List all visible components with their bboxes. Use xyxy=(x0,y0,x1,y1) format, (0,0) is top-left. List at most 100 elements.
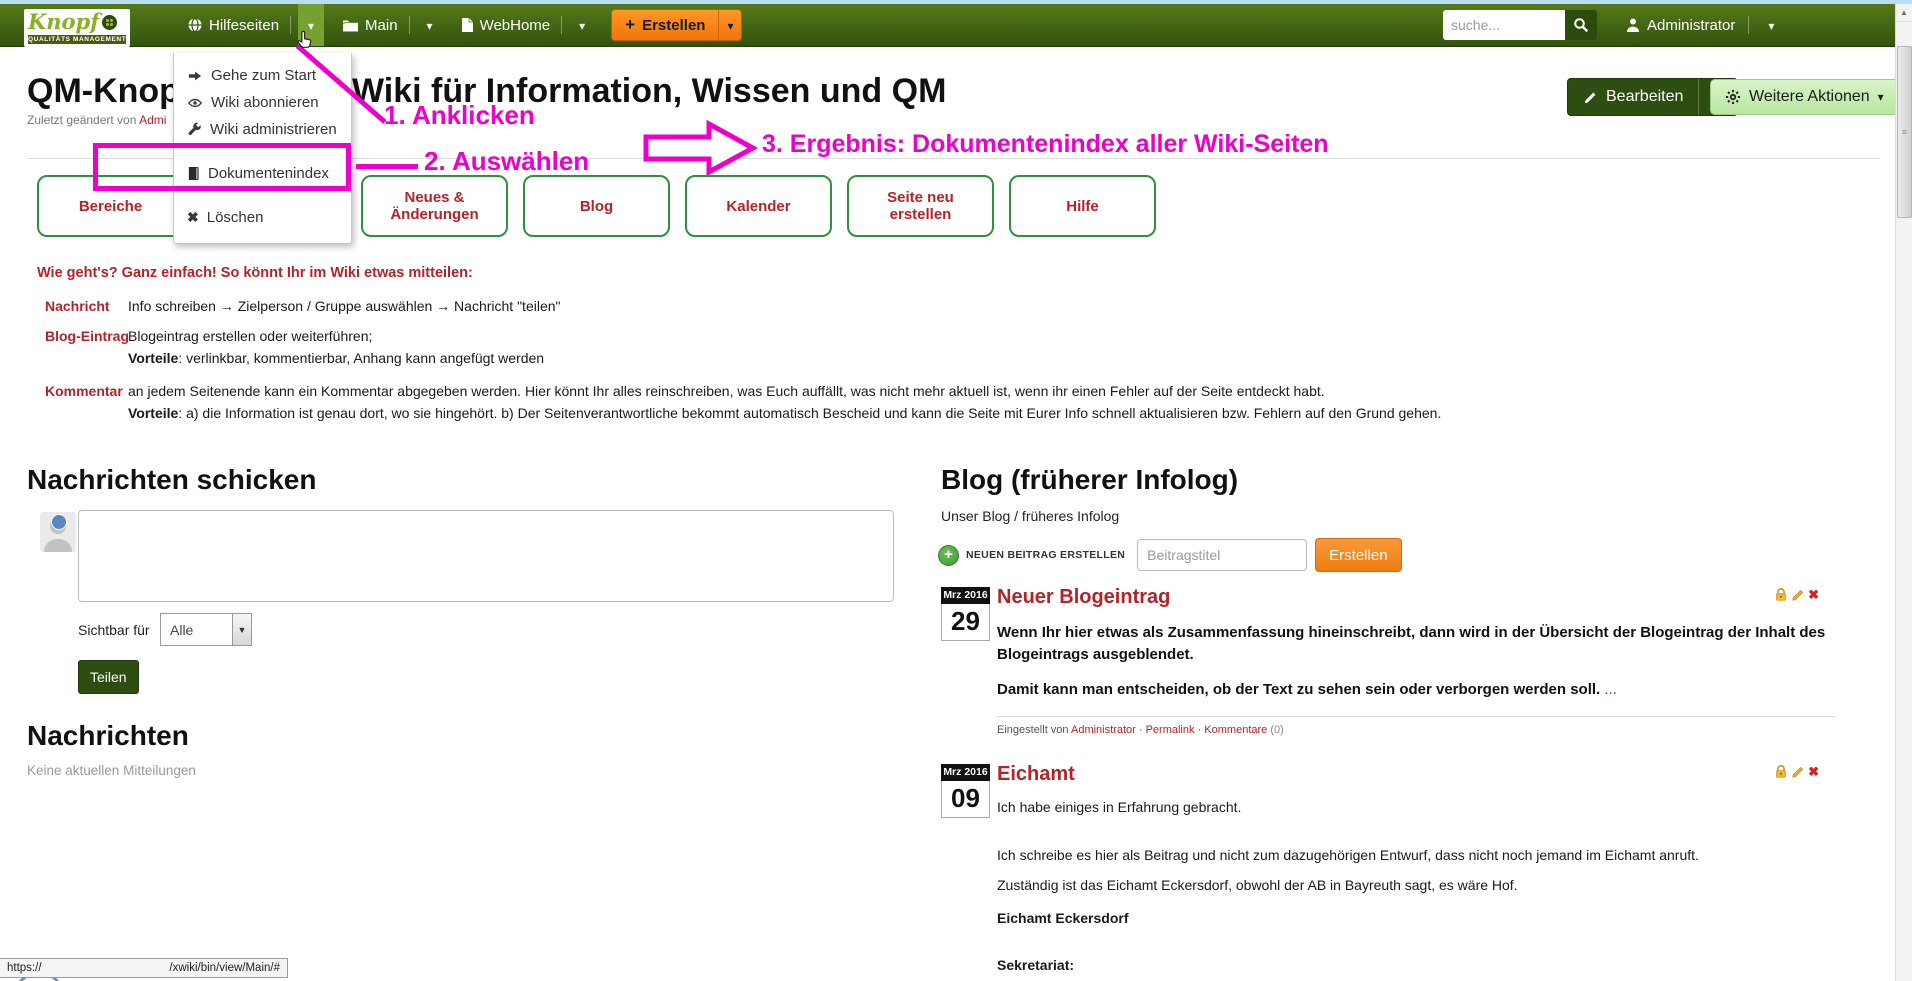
howto-label-blog-eintrag: Blog-Eintrag xyxy=(45,328,129,344)
plus-icon: + xyxy=(625,15,635,35)
blog-create-label: NEUEN BEITRAG ERSTELLEN xyxy=(966,549,1125,561)
annotation-highlight-box xyxy=(93,143,351,191)
scrollbar-thumb[interactable] xyxy=(1897,46,1912,218)
entry-paragraph: Ich schreibe es hier als Beitrag und nic… xyxy=(997,846,1835,866)
menu-item-wiki-abonnieren[interactable]: Wiki abonnieren xyxy=(174,89,351,116)
howto-text-nachricht: Info schreiben → Zielperson / Gruppe aus… xyxy=(128,298,561,314)
howto-intro: Wie geht's? Ganz einfach! So könnt Ihr i… xyxy=(37,265,473,281)
menu-item-loeschen[interactable]: Löschen xyxy=(174,204,351,231)
folder-icon xyxy=(342,18,359,33)
webhome-menu-caret[interactable] xyxy=(569,4,595,46)
chevron-down-icon xyxy=(1878,88,1884,106)
search-button[interactable] xyxy=(1565,10,1597,40)
last-modified-user-link[interactable]: Admi xyxy=(139,113,166,127)
search-input[interactable] xyxy=(1443,10,1565,40)
annotation-step3: 3. Ergebnis: Dokumentenindex aller Wiki-… xyxy=(762,130,1329,159)
badge-month: Mrz 2016 xyxy=(941,764,990,781)
entry-footer: Eingestellt von Administrator · Permalin… xyxy=(997,724,1835,736)
comments-link[interactable]: Kommentare xyxy=(1204,724,1267,736)
nav-divider xyxy=(290,16,291,34)
arrow-right-icon xyxy=(187,69,203,83)
nav-divider xyxy=(409,16,410,34)
blog-entry: Mrz 2016 29 Neuer Blogeintrag Wenn Ihr h… xyxy=(930,585,1835,736)
message-input[interactable] xyxy=(78,510,894,602)
permalink-link[interactable]: Permalink xyxy=(1146,724,1195,736)
entry-title[interactable]: Neuer Blogeintrag xyxy=(997,585,1835,609)
date-badge: Mrz 2016 29 xyxy=(941,587,990,641)
edit-pencil-icon[interactable] xyxy=(1791,588,1805,602)
author-link[interactable]: Administrator xyxy=(1071,724,1136,736)
nav-divider xyxy=(1748,16,1749,34)
status-url-prefix: https:// xyxy=(7,962,42,974)
read-more-link[interactable]: ... xyxy=(1604,681,1617,698)
delete-x-icon[interactable] xyxy=(1808,765,1819,778)
annotation-step2: 2. Auswählen xyxy=(424,146,589,177)
badge-day: 09 xyxy=(941,781,990,818)
user-menu[interactable]: Administrator xyxy=(1625,4,1780,46)
visibility-select[interactable]: Alle ▼ xyxy=(160,613,252,646)
chevron-down-icon xyxy=(1768,17,1774,34)
main-menu-caret[interactable] xyxy=(417,4,443,46)
user-menu-caret[interactable] xyxy=(1762,4,1780,46)
globe-icon xyxy=(187,17,203,33)
howto-text-kommentar-2: Vorteile: a) die Information ist genau d… xyxy=(128,405,1441,421)
logo-wordmark: Knopf xyxy=(28,11,99,33)
lock-icon[interactable] xyxy=(1774,764,1788,779)
nav-item-label: Hilfeseiten xyxy=(209,17,279,34)
more-actions-label: Weitere Aktionen xyxy=(1749,88,1870,106)
menu-item-wiki-administrieren[interactable]: Wiki administrieren xyxy=(174,116,351,143)
nav-item-main[interactable]: Main xyxy=(338,4,402,46)
chevron-down-icon xyxy=(579,17,585,34)
entry-title[interactable]: Eichamt xyxy=(997,762,1835,786)
user-icon xyxy=(1625,17,1641,33)
entry-actions xyxy=(1774,587,1819,602)
quicklink-seite-neu-erstellen[interactable]: Seite neu erstellen xyxy=(847,175,994,237)
browser-status-tooltip: https:// /xwiki/bin/view/Main/# xyxy=(0,958,288,978)
create-split-button: + Erstellen xyxy=(611,9,742,41)
plus-circle-icon: + xyxy=(938,545,959,566)
quicklink-kalender[interactable]: Kalender xyxy=(685,175,832,237)
file-icon xyxy=(461,17,474,33)
search-icon xyxy=(1573,17,1589,33)
top-navbar: Knopf QUALITÄTS MANAGEMENT Hilfeseiten M… xyxy=(0,4,1896,47)
nav-item-hilfeseiten[interactable]: Hilfeseiten xyxy=(183,4,283,46)
eye-icon xyxy=(187,96,203,110)
edit-pencil-icon[interactable] xyxy=(1791,765,1805,779)
nav-item-webhome[interactable]: WebHome xyxy=(457,4,555,46)
annotation-step1: 1. Anklicken xyxy=(384,100,535,131)
wiki-page: Knopf QUALITÄTS MANAGEMENT Hilfeseiten M… xyxy=(0,0,1912,981)
quicklink-neues-aenderungen[interactable]: Neues & Änderungen xyxy=(361,175,508,237)
entry-paragraph: Sekretariat: xyxy=(997,956,1835,976)
howto-text-blog-eintrag-1: Blogeintrag erstellen oder weiterführen; xyxy=(128,328,372,344)
nav-divider xyxy=(561,16,562,34)
badge-month: Mrz 2016 xyxy=(941,587,990,604)
chevron-down-icon xyxy=(427,17,433,34)
edit-button[interactable]: Bearbeiten xyxy=(1568,79,1698,115)
more-actions-button[interactable]: Weitere Aktionen xyxy=(1710,79,1899,115)
share-button[interactable]: Teilen xyxy=(78,660,139,694)
user-name: Administrator xyxy=(1647,17,1735,34)
navbar-links: Hilfeseiten Main WebHome + Erstellen xyxy=(183,4,742,46)
blog-create-row: + NEUEN BEITRAG ERSTELLEN Erstellen xyxy=(938,538,1402,572)
lock-icon[interactable] xyxy=(1774,587,1788,602)
create-button[interactable]: + Erstellen xyxy=(612,10,718,40)
create-menu-caret[interactable] xyxy=(718,10,741,40)
entry-paragraph: Eichamt Eckersdorf xyxy=(997,909,1835,929)
messages-list-heading: Nachrichten xyxy=(27,720,189,752)
delete-x-icon[interactable] xyxy=(1808,588,1819,601)
entry-actions xyxy=(1774,764,1819,779)
quicklink-blog[interactable]: Blog xyxy=(523,175,670,237)
nav-item-label: Main xyxy=(365,17,398,34)
quicklink-hilfe[interactable]: Hilfe xyxy=(1009,175,1156,237)
avatar xyxy=(40,512,76,552)
blog-entry: Mrz 2016 09 Eichamt Ich habe einiges in … xyxy=(930,762,1835,981)
select-caret[interactable]: ▼ xyxy=(232,614,251,645)
messages-heading: Nachrichten schicken xyxy=(27,464,316,496)
wiki-logo[interactable]: Knopf QUALITÄTS MANAGEMENT xyxy=(24,9,130,47)
blog-create-button[interactable]: Erstellen xyxy=(1315,538,1401,572)
pencil-icon xyxy=(1583,90,1598,105)
gear-icon xyxy=(1725,89,1741,105)
vertical-scrollbar[interactable] xyxy=(1895,4,1912,981)
scrollbar-up-icon[interactable] xyxy=(1896,4,1912,22)
blog-title-input[interactable] xyxy=(1137,539,1307,571)
